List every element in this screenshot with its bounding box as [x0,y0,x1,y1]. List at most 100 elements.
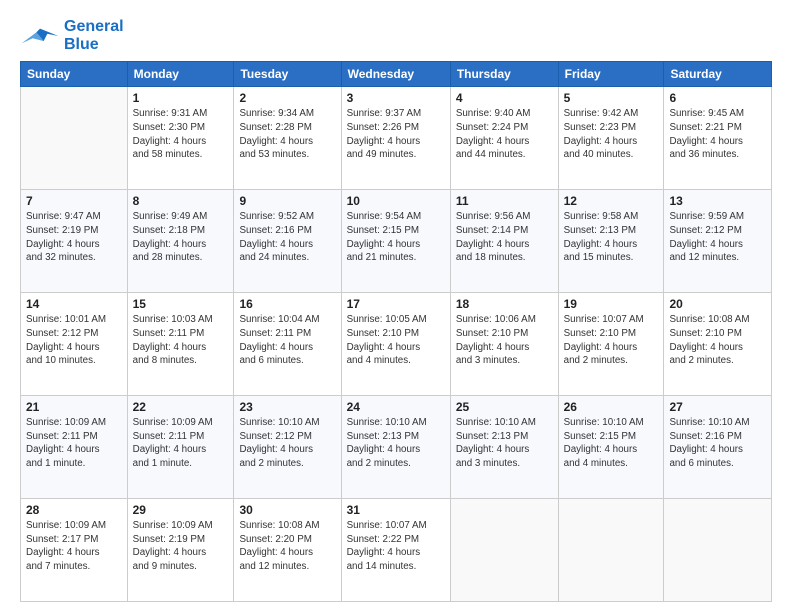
day-number: 23 [239,400,335,414]
calendar-cell: 29 Sunrise: 10:09 AMSunset: 2:19 PMDaylig… [127,499,234,602]
day-number: 22 [133,400,229,414]
calendar-cell [558,499,664,602]
day-number: 3 [347,91,445,105]
day-info: Sunrise: 9:45 AMSunset: 2:21 PMDaylight:… [669,107,766,162]
logo-blue: Blue [64,36,99,53]
calendar-cell: 3 Sunrise: 9:37 AMSunset: 2:26 PMDaylight… [341,87,450,190]
day-info: Sunrise: 10:09 AMSunset: 2:11 PMDaylight… [133,416,229,471]
calendar-week-2: 7 Sunrise: 9:47 AMSunset: 2:19 PMDaylight… [21,190,772,293]
day-number: 29 [133,503,229,517]
day-number: 5 [564,91,659,105]
day-info: Sunrise: 10:10 AMSunset: 2:13 PMDaylight… [347,416,445,471]
day-info: Sunrise: 10:04 AMSunset: 2:11 PMDaylight… [239,313,335,368]
day-number: 25 [456,400,553,414]
day-info: Sunrise: 9:34 AMSunset: 2:28 PMDaylight:… [239,107,335,162]
calendar-cell: 13Sunrise: 9:59 AMSunset: 2:12 PMDayligh… [664,190,772,293]
calendar-cell: 12Sunrise: 9:58 AMSunset: 2:13 PMDayligh… [558,190,664,293]
day-number: 10 [347,194,445,208]
calendar-cell: 25 Sunrise: 10:10 AMSunset: 2:13 PMDaylig… [450,396,558,499]
day-number: 4 [456,91,553,105]
day-number: 13 [669,194,766,208]
day-info: Sunrise: 10:08 AMSunset: 2:20 PMDaylight… [239,519,335,574]
day-info: Sunrise: 10:07 AMSunset: 2:10 PMDaylight… [564,313,659,368]
day-number: 16 [239,297,335,311]
day-number: 15 [133,297,229,311]
day-info: Sunrise: 9:58 AMSunset: 2:13 PMDaylight:… [564,210,659,265]
calendar-cell: 6 Sunrise: 9:45 AMSunset: 2:21 PMDaylight… [664,87,772,190]
calendar-cell: 16 Sunrise: 10:04 AMSunset: 2:11 PMDaylig… [234,293,341,396]
calendar-cell: 17 Sunrise: 10:05 AMSunset: 2:10 PMDaylig… [341,293,450,396]
calendar-cell [450,499,558,602]
calendar-cell: 30 Sunrise: 10:08 AMSunset: 2:20 PMDaylig… [234,499,341,602]
logo: General Blue [20,18,124,53]
day-number: 21 [26,400,122,414]
calendar-cell: 14Sunrise: 10:01 AMSunset: 2:12 PMDaylig… [21,293,128,396]
calendar-cell: 21 Sunrise: 10:09 AMSunset: 2:11 PMDaylig… [21,396,128,499]
calendar-week-4: 21 Sunrise: 10:09 AMSunset: 2:11 PMDaylig… [21,396,772,499]
logo-text: General Blue [64,18,124,53]
day-number: 2 [239,91,335,105]
calendar-week-1: 1Sunrise: 9:31 AMSunset: 2:30 PMDaylight… [21,87,772,190]
day-info: Sunrise: 10:10 AMSunset: 2:15 PMDaylight… [564,416,659,471]
weekday-friday: Friday [558,62,664,87]
calendar-cell: 18Sunrise: 10:06 AMSunset: 2:10 PMDaylig… [450,293,558,396]
day-number: 8 [133,194,229,208]
calendar-cell: 22 Sunrise: 10:09 AMSunset: 2:11 PMDaylig… [127,396,234,499]
day-info: Sunrise: 10:10 AMSunset: 2:13 PMDaylight… [456,416,553,471]
day-info: Sunrise: 10:09 AMSunset: 2:11 PMDaylight… [26,416,122,471]
calendar-cell: 24 Sunrise: 10:10 AMSunset: 2:13 PMDaylig… [341,396,450,499]
day-info: Sunrise: 10:09 AMSunset: 2:17 PMDaylight… [26,519,122,574]
day-number: 17 [347,297,445,311]
calendar-cell: 1Sunrise: 9:31 AMSunset: 2:30 PMDaylight… [127,87,234,190]
calendar-cell: 23 Sunrise: 10:10 AMSunset: 2:12 PMDaylig… [234,396,341,499]
day-info: Sunrise: 9:49 AMSunset: 2:18 PMDaylight:… [133,210,229,265]
weekday-sunday: Sunday [21,62,128,87]
day-info: Sunrise: 9:42 AMSunset: 2:23 PMDaylight:… [564,107,659,162]
day-info: Sunrise: 10:03 AMSunset: 2:11 PMDaylight… [133,313,229,368]
weekday-wednesday: Wednesday [341,62,450,87]
day-number: 30 [239,503,335,517]
day-info: Sunrise: 10:05 AMSunset: 2:10 PMDaylight… [347,313,445,368]
day-number: 31 [347,503,445,517]
day-number: 28 [26,503,122,517]
day-number: 19 [564,297,659,311]
calendar-cell: 5 Sunrise: 9:42 AMSunset: 2:23 PMDaylight… [558,87,664,190]
logo-general: General [64,18,124,35]
day-info: Sunrise: 10:10 AMSunset: 2:12 PMDaylight… [239,416,335,471]
calendar-cell [21,87,128,190]
calendar-cell: 10Sunrise: 9:54 AMSunset: 2:15 PMDayligh… [341,190,450,293]
calendar-week-3: 14Sunrise: 10:01 AMSunset: 2:12 PMDaylig… [21,293,772,396]
calendar-cell: 7 Sunrise: 9:47 AMSunset: 2:19 PMDaylight… [21,190,128,293]
day-info: Sunrise: 9:47 AMSunset: 2:19 PMDaylight:… [26,210,122,265]
weekday-monday: Monday [127,62,234,87]
calendar-table: SundayMondayTuesdayWednesdayThursdayFrid… [20,61,772,602]
weekday-saturday: Saturday [664,62,772,87]
calendar-cell: 28 Sunrise: 10:09 AMSunset: 2:17 PMDaylig… [21,499,128,602]
day-number: 6 [669,91,766,105]
day-number: 24 [347,400,445,414]
day-number: 14 [26,297,122,311]
day-info: Sunrise: 10:07 AMSunset: 2:22 PMDaylight… [347,519,445,574]
day-number: 11 [456,194,553,208]
calendar-cell: 9Sunrise: 9:52 AMSunset: 2:16 PMDaylight… [234,190,341,293]
day-number: 26 [564,400,659,414]
day-info: Sunrise: 10:08 AMSunset: 2:10 PMDaylight… [669,313,766,368]
weekday-header-row: SundayMondayTuesdayWednesdayThursdayFrid… [21,62,772,87]
calendar-cell: 8 Sunrise: 9:49 AMSunset: 2:18 PMDaylight… [127,190,234,293]
calendar-cell: 31 Sunrise: 10:07 AMSunset: 2:22 PMDaylig… [341,499,450,602]
weekday-tuesday: Tuesday [234,62,341,87]
day-info: Sunrise: 10:09 AMSunset: 2:19 PMDaylight… [133,519,229,574]
calendar-cell: 2 Sunrise: 9:34 AMSunset: 2:28 PMDaylight… [234,87,341,190]
logo-icon [20,25,60,47]
calendar-cell: 11Sunrise: 9:56 AMSunset: 2:14 PMDayligh… [450,190,558,293]
calendar-cell: 15 Sunrise: 10:03 AMSunset: 2:11 PMDaylig… [127,293,234,396]
day-info: Sunrise: 9:52 AMSunset: 2:16 PMDaylight:… [239,210,335,265]
day-info: Sunrise: 9:31 AMSunset: 2:30 PMDaylight:… [133,107,229,162]
day-info: Sunrise: 9:37 AMSunset: 2:26 PMDaylight:… [347,107,445,162]
day-number: 27 [669,400,766,414]
calendar-cell: 19 Sunrise: 10:07 AMSunset: 2:10 PMDaylig… [558,293,664,396]
day-number: 7 [26,194,122,208]
calendar-cell: 4Sunrise: 9:40 AMSunset: 2:24 PMDaylight… [450,87,558,190]
calendar-cell [664,499,772,602]
calendar-week-5: 28 Sunrise: 10:09 AMSunset: 2:17 PMDaylig… [21,499,772,602]
